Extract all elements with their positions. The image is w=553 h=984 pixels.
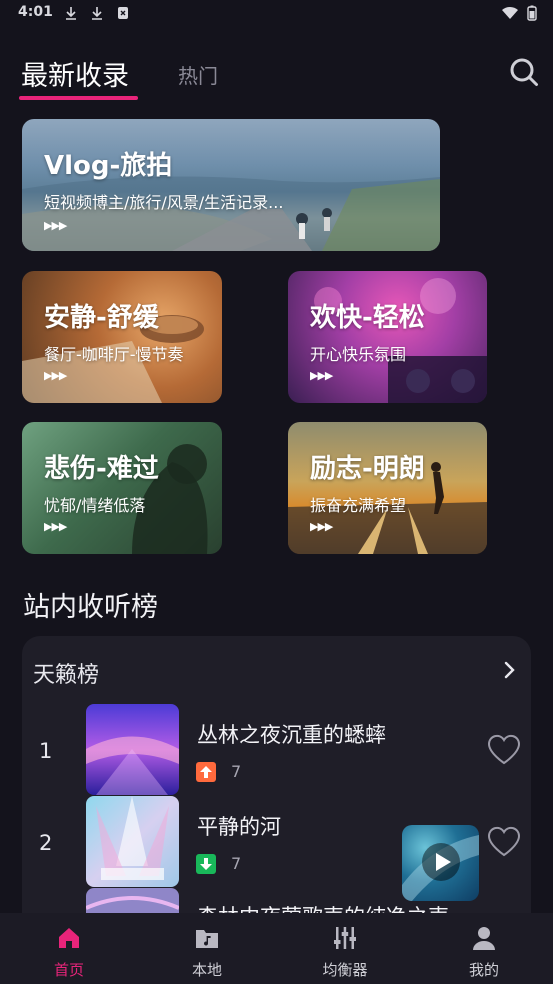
song-rank: 2 bbox=[39, 831, 53, 855]
play-arrows-icon: ▶▶▶ bbox=[44, 369, 67, 382]
nav-local[interactable]: 本地 bbox=[167, 913, 247, 984]
song-count: 7 bbox=[231, 854, 242, 873]
song-rank: 1 bbox=[39, 739, 53, 763]
home-icon bbox=[56, 925, 82, 951]
status-time: 4:01 bbox=[18, 4, 53, 20]
play-arrows-icon: ▶▶▶ bbox=[44, 219, 67, 232]
nav-label: 本地 bbox=[191, 961, 222, 979]
notification-icon bbox=[116, 6, 130, 20]
playlist-subtitle: 忧郁/情绪低落 bbox=[44, 496, 146, 515]
playlist-card-sad[interactable]: 悲伤-难过 忧郁/情绪低落 ▶▶▶ bbox=[22, 422, 222, 554]
wifi-icon bbox=[501, 6, 519, 24]
song-title[interactable]: 平静的河 bbox=[197, 811, 281, 841]
nav-label: 首页 bbox=[53, 961, 84, 979]
song-cover[interactable] bbox=[86, 888, 179, 913]
heart-icon[interactable] bbox=[486, 826, 522, 858]
song-title[interactable]: 森林中夜莺歌声的纯净之声 bbox=[197, 901, 449, 913]
search-icon[interactable] bbox=[508, 56, 540, 88]
status-icons-left bbox=[64, 6, 130, 20]
play-arrows-icon: ▶▶▶ bbox=[310, 520, 333, 533]
play-arrows-icon: ▶▶▶ bbox=[44, 520, 67, 533]
heart-icon[interactable] bbox=[486, 734, 522, 766]
trend-up-icon bbox=[196, 762, 216, 782]
playlist-title: 欢快-轻松 bbox=[310, 303, 425, 333]
song-title[interactable]: 丛林之夜沉重的蟋蟀 bbox=[197, 719, 386, 749]
playlist-title: 安静-舒缓 bbox=[44, 303, 159, 333]
equalizer-icon bbox=[332, 925, 358, 951]
playlist-card-calm[interactable]: 安静-舒缓 餐厅-咖啡厅-慢节奏 ▶▶▶ bbox=[22, 271, 222, 403]
nav-label: 我的 bbox=[468, 961, 499, 979]
music-folder-icon bbox=[194, 925, 220, 951]
playlist-card-vlog[interactable]: Vlog-旅拍 短视频博主/旅行/风景/生活记录... ▶▶▶ bbox=[22, 119, 440, 251]
song-cover[interactable] bbox=[86, 704, 179, 795]
playlist-title: Vlog-旅拍 bbox=[44, 151, 173, 181]
playlist-subtitle: 短视频博主/旅行/风景/生活记录... bbox=[44, 193, 284, 212]
tab-active-indicator bbox=[19, 96, 138, 100]
bottom-nav: 首页 本地 均衡器 我的 bbox=[0, 913, 553, 984]
nav-equalizer[interactable]: 均衡器 bbox=[305, 913, 385, 984]
tab-latest[interactable]: 最新收录 bbox=[21, 54, 129, 93]
download-icon bbox=[90, 6, 104, 20]
playlist-subtitle: 振奋充满希望 bbox=[310, 496, 407, 515]
playlist-title: 励志-明朗 bbox=[310, 454, 425, 484]
playlist-subtitle: 开心快乐氛围 bbox=[310, 345, 407, 364]
ranking-panel-title[interactable]: 天籁榜 bbox=[33, 657, 99, 689]
mini-player[interactable] bbox=[402, 825, 479, 901]
chevron-right-icon[interactable] bbox=[502, 659, 518, 681]
nav-label: 均衡器 bbox=[322, 961, 368, 979]
profile-icon bbox=[471, 925, 497, 951]
song-count: 7 bbox=[231, 762, 242, 781]
ranking-section-title: 站内收听榜 bbox=[23, 592, 158, 623]
playlist-title: 悲伤-难过 bbox=[44, 454, 159, 484]
playlist-subtitle: 餐厅-咖啡厅-慢节奏 bbox=[44, 345, 184, 364]
nav-home[interactable]: 首页 bbox=[29, 913, 109, 984]
song-cover[interactable] bbox=[86, 796, 179, 887]
battery-icon bbox=[527, 5, 537, 25]
play-arrows-icon: ▶▶▶ bbox=[310, 369, 333, 382]
nav-profile[interactable]: 我的 bbox=[444, 913, 524, 984]
download-icon bbox=[64, 6, 78, 20]
tab-hot[interactable]: 热门 bbox=[178, 60, 218, 89]
status-icons-right bbox=[501, 5, 537, 25]
playlist-card-inspire[interactable]: 励志-明朗 振奋充满希望 ▶▶▶ bbox=[288, 422, 487, 554]
trend-down-icon bbox=[196, 854, 216, 874]
playlist-card-happy[interactable]: 欢快-轻松 开心快乐氛围 ▶▶▶ bbox=[288, 271, 487, 403]
play-icon[interactable] bbox=[422, 843, 460, 881]
status-bar: 4:01 bbox=[0, 0, 553, 30]
